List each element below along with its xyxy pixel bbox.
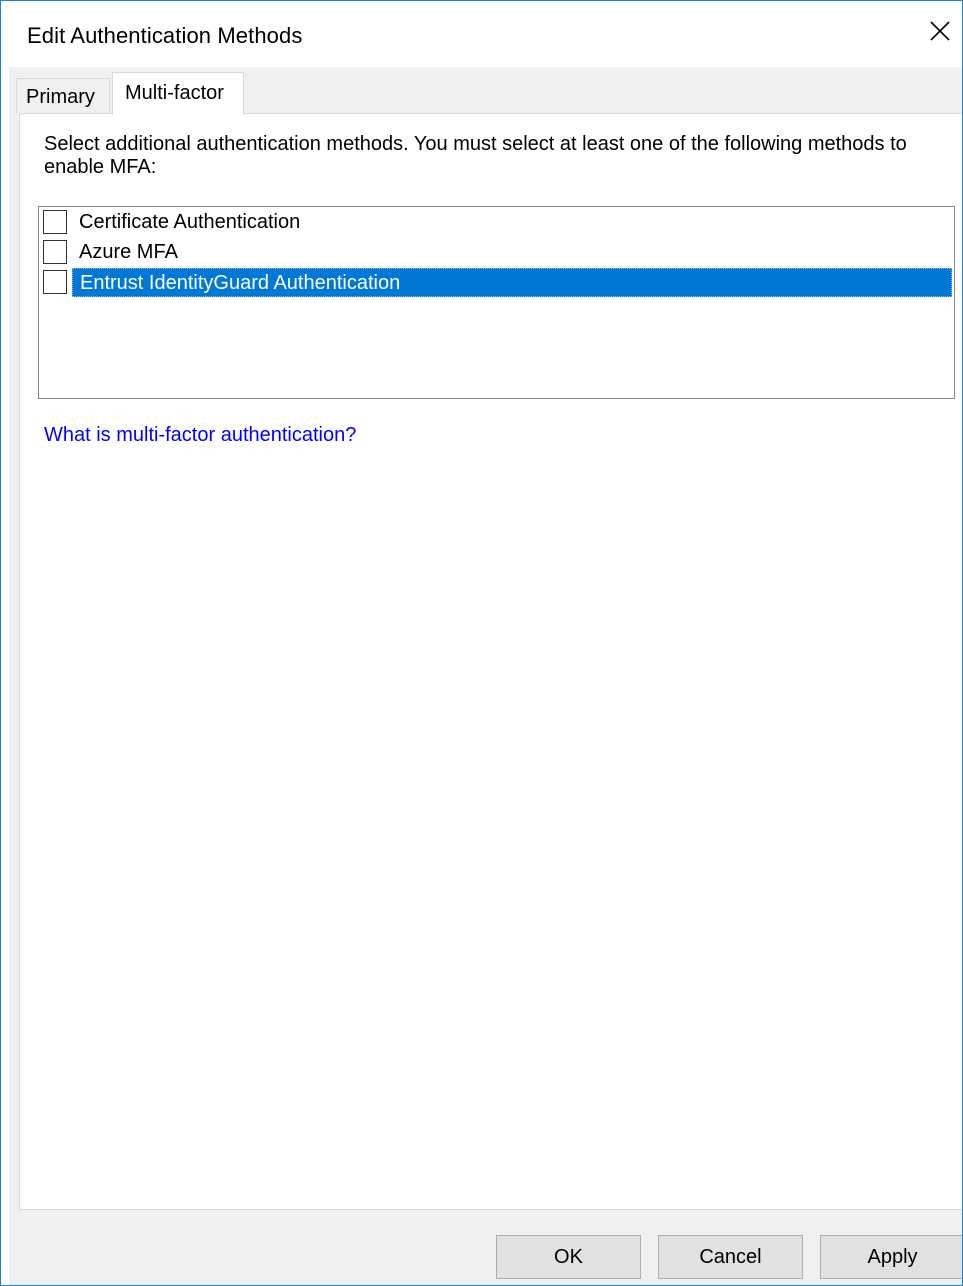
- cancel-button[interactable]: Cancel: [658, 1235, 803, 1279]
- close-icon: [930, 21, 950, 41]
- title-bar: Edit Authentication Methods: [1, 1, 962, 67]
- window-title: Edit Authentication Methods: [27, 23, 303, 48]
- certificate-auth-checkbox[interactable]: [43, 210, 67, 234]
- azure-mfa-checkbox[interactable]: [43, 240, 67, 264]
- apply-button[interactable]: Apply: [820, 1235, 962, 1279]
- mfa-help-link[interactable]: What is multi-factor authentication?: [44, 424, 356, 447]
- instructions-text: Select additional authentication methods…: [44, 133, 907, 178]
- multi-factor-tab-panel: Select additional authentication methods…: [19, 113, 962, 1210]
- list-item-label[interactable]: Certificate Authentication: [72, 208, 306, 237]
- list-item-label[interactable]: Azure MFA: [72, 238, 184, 267]
- list-item[interactable]: Azure MFA: [41, 238, 952, 267]
- tab-primary[interactable]: Primary: [16, 78, 110, 113]
- dialog-window: Edit Authentication Methods Primary Mult…: [0, 0, 963, 1286]
- entrust-identityguard-checkbox[interactable]: [43, 270, 67, 294]
- list-item[interactable]: Entrust IdentityGuard Authentication: [41, 268, 952, 297]
- tab-multi-factor[interactable]: Multi-factor: [112, 72, 244, 115]
- list-item-label-selected[interactable]: Entrust IdentityGuard Authentication: [72, 268, 952, 297]
- ok-button[interactable]: OK: [496, 1235, 641, 1279]
- mfa-methods-list[interactable]: Certificate Authentication Azure MFA Ent…: [38, 206, 955, 399]
- close-button[interactable]: [918, 9, 962, 53]
- list-item[interactable]: Certificate Authentication: [41, 208, 952, 237]
